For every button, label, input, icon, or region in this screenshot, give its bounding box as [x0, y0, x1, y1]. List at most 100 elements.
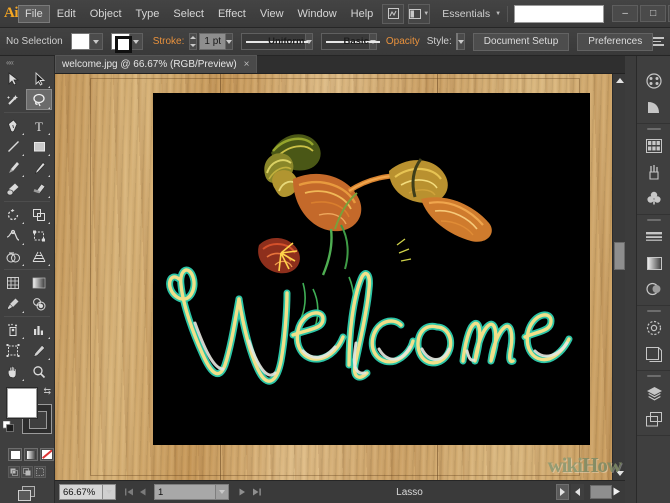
menu-view[interactable]: View: [253, 5, 291, 23]
draw-behind-button[interactable]: [21, 466, 33, 478]
pen-tool[interactable]: [0, 115, 26, 136]
tools-panel-grip[interactable]: ««: [0, 56, 54, 68]
slice-tool[interactable]: [26, 340, 52, 361]
shape-builder-tool[interactable]: [0, 246, 26, 267]
dock-group-grip[interactable]: [647, 310, 661, 312]
scroll-up-arrow-icon[interactable]: [613, 74, 625, 87]
zoom-level-input[interactable]: 66.67%: [59, 484, 103, 500]
fill-swatch-dropdown[interactable]: [90, 33, 103, 50]
workspace-chevron-down-icon[interactable]: ▼: [495, 11, 501, 17]
fill-swatch[interactable]: [71, 33, 90, 50]
color-guide-panel-icon[interactable]: [637, 94, 670, 120]
stroke-weight-label[interactable]: Stroke:: [153, 36, 185, 47]
status-text[interactable]: Lasso: [263, 487, 556, 498]
menu-object[interactable]: Object: [83, 5, 129, 23]
selection-tool[interactable]: [0, 68, 26, 89]
bridge-icon[interactable]: [382, 4, 404, 24]
workspace-label[interactable]: Essentials: [442, 8, 490, 20]
vertical-scroll-thumb[interactable]: [614, 242, 625, 270]
document-setup-button[interactable]: Document Setup: [473, 33, 570, 51]
line-segment-tool[interactable]: [0, 136, 26, 157]
draw-inside-button[interactable]: [34, 466, 46, 478]
none-mode-button[interactable]: [40, 448, 54, 461]
previous-artboard-button[interactable]: [136, 484, 150, 500]
zoom-level-dropdown[interactable]: [103, 484, 116, 500]
appearance-panel-icon[interactable]: [637, 315, 670, 341]
blob-brush-tool[interactable]: [0, 178, 26, 199]
menu-edit[interactable]: Edit: [50, 5, 83, 23]
menu-help[interactable]: Help: [344, 5, 381, 23]
color-mode-button[interactable]: [8, 448, 22, 461]
free-transform-tool[interactable]: [26, 225, 52, 246]
swatches-panel-icon[interactable]: [637, 133, 670, 159]
stroke-panel-icon[interactable]: [637, 224, 670, 250]
horizontal-scroll-thumb[interactable]: [590, 485, 612, 499]
swap-fill-stroke-icon[interactable]: ⇆: [43, 386, 51, 397]
stroke-weight-dropdown[interactable]: [226, 33, 233, 50]
opacity-label[interactable]: Opacity: [386, 36, 420, 47]
rotate-tool[interactable]: [0, 204, 26, 225]
stroke-weight-stepper[interactable]: [189, 33, 197, 50]
perspective-grid-tool[interactable]: [26, 246, 52, 267]
brushes-panel-icon[interactable]: [637, 159, 670, 185]
draw-normal-button[interactable]: [8, 466, 20, 478]
rectangle-tool[interactable]: [26, 136, 52, 157]
document-tab[interactable]: welcome.jpg @ 66.67% (RGB/Preview) ×: [55, 55, 257, 73]
pencil-tool[interactable]: [26, 157, 52, 178]
magic-wand-tool[interactable]: [0, 89, 26, 110]
mesh-tool[interactable]: [0, 272, 26, 293]
arrange-documents-icon[interactable]: ▼: [408, 4, 430, 24]
gradient-mode-button[interactable]: [24, 448, 38, 461]
menu-file[interactable]: File: [18, 5, 50, 23]
paintbrush-tool[interactable]: [0, 157, 26, 178]
direct-selection-tool[interactable]: [26, 68, 52, 89]
maximize-button[interactable]: □: [640, 5, 666, 22]
graphic-style-dropdown[interactable]: [458, 33, 465, 50]
dock-group-grip[interactable]: [647, 375, 661, 377]
menu-effect[interactable]: Effect: [211, 5, 253, 23]
layers-panel-icon[interactable]: [637, 380, 670, 406]
stroke-swatch[interactable]: [111, 33, 130, 50]
preferences-button[interactable]: Preferences: [577, 33, 653, 51]
first-artboard-button[interactable]: [122, 484, 136, 500]
lasso-tool[interactable]: [26, 89, 52, 110]
scale-tool[interactable]: [26, 204, 52, 225]
dock-group-grip[interactable]: [647, 128, 661, 130]
scroll-down-arrow-icon[interactable]: [613, 467, 625, 480]
type-tool[interactable]: T: [26, 115, 52, 136]
artboard-number-input[interactable]: 1: [154, 484, 216, 500]
width-tool[interactable]: [0, 225, 26, 246]
gradient-tool[interactable]: [26, 272, 52, 293]
artboards-panel-icon[interactable]: [637, 406, 670, 432]
color-panel-icon[interactable]: [637, 68, 670, 94]
graphic-styles-panel-icon[interactable]: [637, 341, 670, 367]
transparency-panel-icon[interactable]: [637, 276, 670, 302]
status-menu-button[interactable]: [556, 484, 569, 500]
symbol-sprayer-tool[interactable]: [0, 319, 26, 340]
column-graph-tool[interactable]: [26, 319, 52, 340]
blend-tool[interactable]: [26, 293, 52, 314]
dock-grip[interactable]: [637, 56, 670, 68]
menu-select[interactable]: Select: [166, 5, 211, 23]
dock-group-grip[interactable]: [647, 219, 661, 221]
zoom-tool[interactable]: [26, 361, 52, 382]
stroke-profile-combo[interactable]: Uniform: [241, 33, 305, 50]
eraser-tool[interactable]: [26, 178, 52, 199]
vertical-scrollbar[interactable]: [612, 74, 625, 480]
default-fill-stroke-icon[interactable]: [3, 419, 14, 437]
menu-type[interactable]: Type: [129, 5, 167, 23]
horizontal-scroll-left-arrow[interactable]: [571, 484, 584, 500]
minimize-button[interactable]: –: [612, 5, 638, 22]
artboard-number-dropdown[interactable]: [216, 484, 229, 500]
brush-definition-combo[interactable]: Basic: [321, 33, 370, 50]
last-artboard-button[interactable]: [249, 484, 263, 500]
search-input[interactable]: [514, 5, 604, 23]
document-canvas[interactable]: wikiHow: [55, 74, 625, 480]
artboard-tool[interactable]: [0, 340, 26, 361]
next-artboard-button[interactable]: [235, 484, 249, 500]
panel-menu-icon[interactable]: [653, 37, 664, 46]
change-screen-mode-icon[interactable]: [17, 485, 37, 503]
fill-color-swatch[interactable]: [7, 388, 37, 418]
symbols-panel-icon[interactable]: [637, 185, 670, 211]
horizontal-scroll-right-arrow[interactable]: [612, 487, 621, 498]
